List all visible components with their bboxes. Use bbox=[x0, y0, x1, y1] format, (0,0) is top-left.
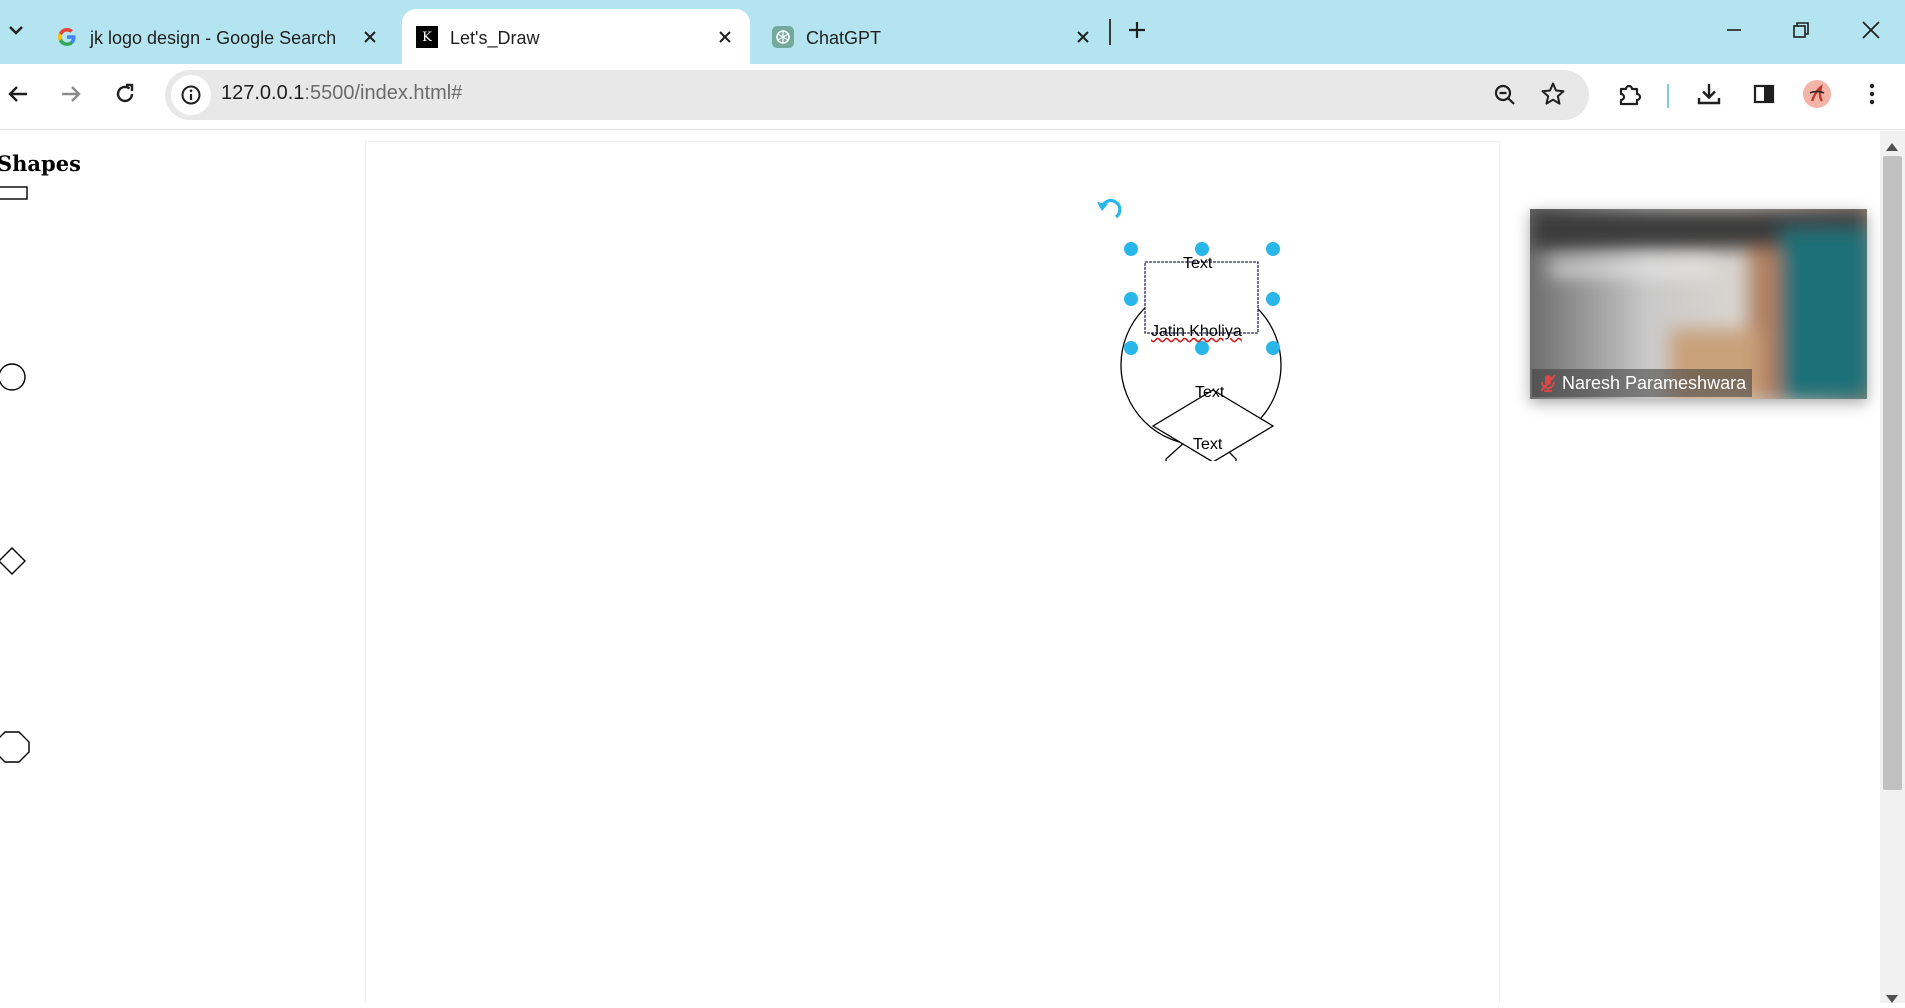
resize-handle[interactable] bbox=[1195, 341, 1209, 355]
site-info-button[interactable] bbox=[171, 75, 211, 115]
chevron-down-icon bbox=[9, 26, 23, 35]
tab-chatgpt[interactable]: ChatGPT bbox=[758, 9, 1108, 64]
diamond-shape-text[interactable]: Text bbox=[1195, 384, 1224, 402]
k-logo-icon: K bbox=[416, 26, 438, 48]
mic-off-icon bbox=[1540, 374, 1556, 392]
bookmark-button[interactable] bbox=[1533, 74, 1573, 114]
download-icon bbox=[1697, 84, 1721, 105]
arrow-left-icon bbox=[8, 86, 27, 102]
scroll-down-arrow[interactable] bbox=[1886, 990, 1898, 1008]
tab-separator bbox=[1109, 19, 1111, 45]
menu-button[interactable] bbox=[1852, 74, 1892, 114]
close-window-button[interactable] bbox=[1851, 10, 1891, 50]
minimize-button[interactable] bbox=[1714, 10, 1754, 50]
tab-title: jk logo design - Google Search bbox=[90, 28, 337, 48]
triangle-up-icon bbox=[1886, 143, 1898, 151]
forward-button[interactable] bbox=[51, 74, 91, 114]
circle-shape-tool[interactable] bbox=[0, 363, 26, 391]
url-text: 127.0.0.1:5500/index.html# bbox=[221, 82, 462, 105]
tab-lets-draw[interactable]: K Let's_Draw bbox=[402, 9, 750, 64]
rectangle-shape-tool[interactable] bbox=[0, 186, 28, 200]
rotate-icon[interactable] bbox=[1097, 199, 1122, 219]
side-panel-button[interactable] bbox=[1744, 74, 1784, 114]
octagon-shape-tool[interactable] bbox=[0, 731, 30, 763]
shape-palette bbox=[0, 186, 30, 763]
scrollbar-thumb[interactable] bbox=[1883, 156, 1902, 790]
downloads-button[interactable] bbox=[1689, 74, 1729, 114]
resize-handle[interactable] bbox=[1266, 242, 1280, 256]
participant-name: Naresh Parameshwara bbox=[1532, 369, 1753, 397]
minimize-icon bbox=[1727, 29, 1741, 31]
scroll-up-arrow[interactable] bbox=[1886, 138, 1898, 156]
tab-search-button[interactable] bbox=[0, 10, 36, 50]
resize-handle[interactable] bbox=[1124, 242, 1138, 256]
rectangle-shape-text[interactable]: Text bbox=[1183, 255, 1212, 273]
octagon-shape-text[interactable]: Text bbox=[1193, 436, 1222, 454]
close-icon[interactable] bbox=[714, 26, 736, 48]
favicon-letter: K bbox=[422, 29, 432, 45]
puzzle-icon bbox=[1619, 84, 1642, 106]
zoom-button[interactable] bbox=[1485, 75, 1525, 115]
resize-handle[interactable] bbox=[1195, 242, 1209, 256]
more-vertical-icon bbox=[1869, 83, 1875, 105]
info-icon bbox=[181, 85, 201, 105]
circle-shape-text[interactable]: Jatin Kholiya bbox=[1151, 323, 1242, 341]
close-icon bbox=[1862, 21, 1880, 39]
reload-icon bbox=[116, 83, 134, 103]
restore-icon bbox=[1793, 22, 1809, 38]
tab-title: ChatGPT bbox=[806, 28, 882, 48]
canvas-shapes bbox=[1097, 199, 1282, 461]
tab-strip: jk logo design - Google Search K Let's_D… bbox=[0, 0, 1905, 64]
resize-handle[interactable] bbox=[1124, 292, 1138, 306]
resize-handle[interactable] bbox=[1266, 292, 1280, 306]
triangle-down-icon bbox=[1886, 995, 1898, 1003]
back-button[interactable] bbox=[0, 74, 38, 114]
arrow-right-icon bbox=[62, 86, 81, 102]
tab-google-search[interactable]: jk logo design - Google Search bbox=[42, 9, 395, 64]
new-tab-button[interactable] bbox=[1117, 10, 1157, 50]
google-g-icon bbox=[56, 26, 78, 48]
diamond-shape-tool[interactable] bbox=[0, 547, 26, 575]
resize-handle[interactable] bbox=[1266, 341, 1280, 355]
resize-handle[interactable] bbox=[1124, 341, 1138, 355]
close-icon[interactable] bbox=[359, 26, 381, 48]
star-icon bbox=[1541, 82, 1565, 105]
video-tile[interactable]: Naresh Parameshwara bbox=[1530, 209, 1867, 399]
reload-button[interactable] bbox=[105, 74, 145, 114]
toolbar-divider bbox=[1667, 84, 1669, 108]
side-panel-icon bbox=[1753, 84, 1775, 104]
avatar-icon bbox=[1803, 80, 1831, 108]
profile-button[interactable] bbox=[1797, 74, 1837, 114]
extensions-button[interactable] bbox=[1610, 74, 1650, 114]
url-host: 127.0.0.1 bbox=[221, 82, 305, 104]
tab-title: Let's_Draw bbox=[450, 28, 540, 48]
close-icon[interactable] bbox=[1072, 26, 1094, 48]
restore-button[interactable] bbox=[1781, 10, 1821, 50]
plus-icon bbox=[1129, 22, 1145, 38]
drawing-canvas[interactable] bbox=[365, 141, 1500, 1003]
chatgpt-icon bbox=[772, 26, 794, 48]
zoom-out-icon bbox=[1494, 84, 1515, 105]
url-path: :5500/index.html# bbox=[304, 82, 463, 104]
participant-name-text: Naresh Parameshwara bbox=[1562, 373, 1747, 393]
